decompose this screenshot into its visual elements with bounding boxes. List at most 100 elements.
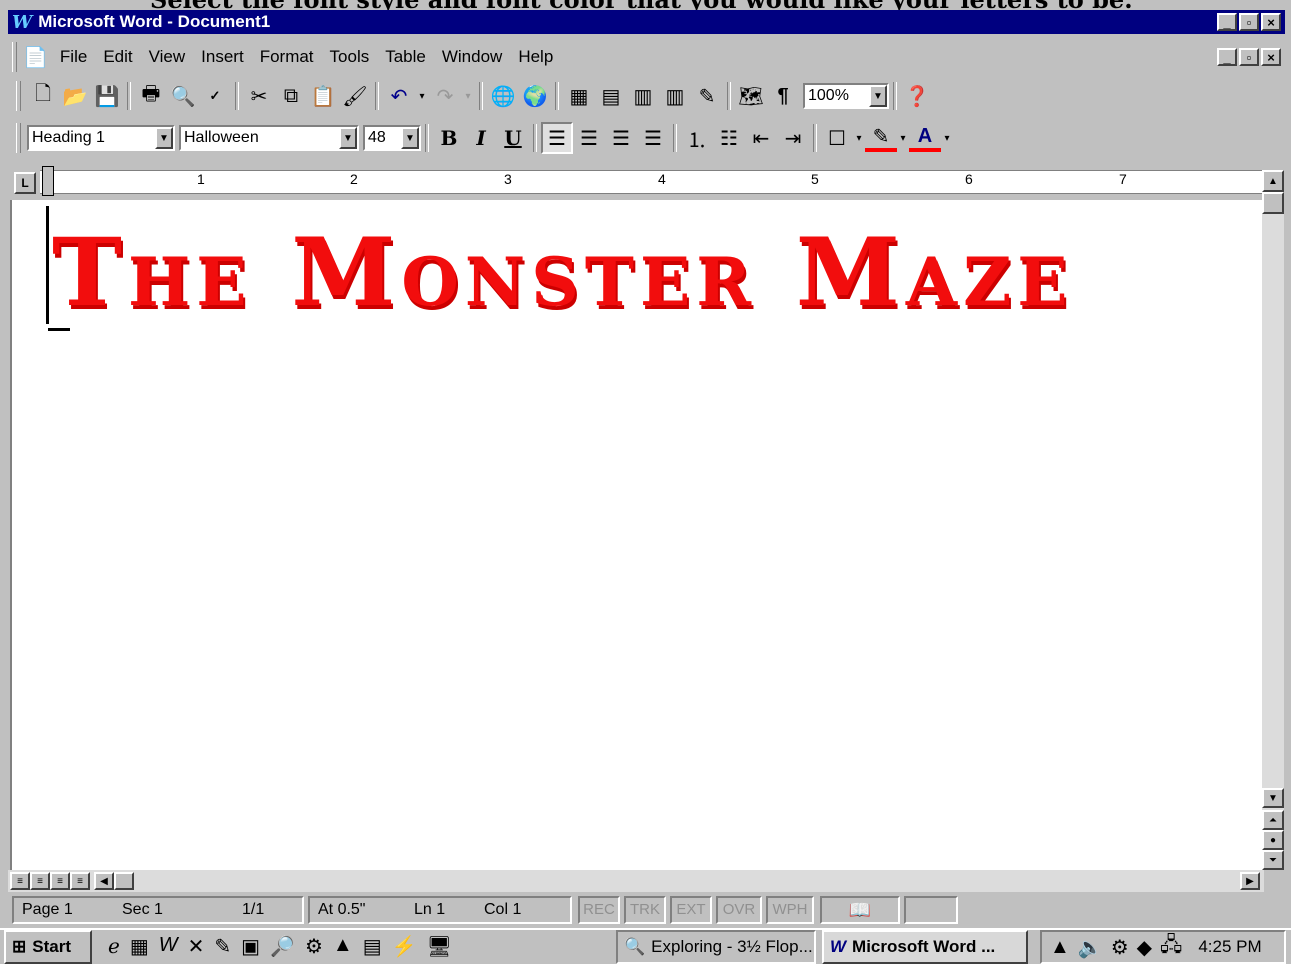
menu-help[interactable]: Help (510, 47, 561, 67)
close-button[interactable]: × (1261, 13, 1281, 31)
font-color-dropdown-icon[interactable]: ▾ (941, 122, 953, 154)
tray-arrow-icon[interactable]: ◆ (1137, 935, 1152, 960)
publisher-icon[interactable]: ▤ (363, 934, 382, 959)
border-dropdown-icon[interactable]: ▾ (853, 122, 865, 154)
menu-grip[interactable] (12, 42, 17, 72)
chevron-down-icon[interactable]: ▼ (339, 127, 357, 149)
document-icon[interactable]: 📄 (23, 45, 48, 70)
access-icon[interactable]: ✕ (188, 934, 205, 959)
word-icon[interactable]: W (159, 934, 178, 959)
menu-view[interactable]: View (141, 47, 194, 67)
show-hide-icon[interactable]: ¶ (767, 80, 799, 112)
columns-icon[interactable]: ▥ (659, 80, 691, 112)
font-size-select[interactable]: 48 ▼ (363, 125, 421, 151)
photo-icon[interactable]: ▲ (333, 934, 353, 959)
format-painter-icon[interactable]: 🖌 (339, 80, 371, 112)
computer-icon[interactable]: 🖥 (427, 934, 452, 959)
italic-button[interactable]: I (465, 122, 497, 154)
vertical-scrollbar[interactable]: ▲ ▼ ⏶ ● ⏷ (1262, 170, 1284, 870)
open-folder-icon[interactable]: 📂 (59, 80, 91, 112)
status-mode-trk[interactable]: TRK (624, 896, 666, 924)
status-mode-ext[interactable]: EXT (670, 896, 712, 924)
minimize-button[interactable]: _ (1217, 13, 1237, 31)
numbering-icon[interactable]: ⒈ (681, 122, 713, 154)
scroll-right-arrow-icon[interactable]: ▶ (1240, 872, 1260, 890)
menu-format[interactable]: Format (252, 47, 322, 67)
chevron-down-icon[interactable]: ▼ (401, 127, 419, 149)
align-right-button[interactable]: ☰ (605, 122, 637, 154)
undo-dropdown-icon[interactable]: ▾ (415, 80, 429, 112)
drawing-icon[interactable]: ✎ (691, 80, 723, 112)
scroll-down-arrow-icon[interactable]: ▼ (1262, 788, 1284, 808)
tables-borders-icon[interactable]: ▦ (563, 80, 595, 112)
insert-excel-icon[interactable]: ▥ (627, 80, 659, 112)
redo-icon[interactable]: ↷ (429, 80, 461, 112)
highlight-dropdown-icon[interactable]: ▾ (897, 122, 909, 154)
highlight-icon[interactable]: ✎ (865, 124, 897, 152)
chevron-down-icon[interactable]: ▼ (155, 127, 173, 149)
previous-page-icon[interactable]: ⏶ (1262, 810, 1284, 830)
style-select[interactable]: Heading 1 ▼ (27, 125, 175, 151)
toolbar-grip[interactable] (16, 81, 21, 111)
menu-insert[interactable]: Insert (193, 47, 252, 67)
border-icon[interactable]: ☐ (821, 122, 853, 154)
office-assistant-icon[interactable]: ❓ (901, 80, 933, 112)
paste-icon[interactable]: 📋 (307, 80, 339, 112)
document-page[interactable]: The Monster Maze (10, 200, 1264, 870)
document-heading[interactable]: The Monster Maze (52, 218, 1074, 328)
organizer-icon[interactable]: ▣ (241, 934, 260, 959)
menu-tools[interactable]: Tools (322, 47, 378, 67)
next-page-icon[interactable]: ⏷ (1262, 850, 1284, 870)
settings-icon[interactable]: ⚙ (305, 934, 323, 959)
chevron-down-icon[interactable]: ▼ (869, 85, 887, 107)
undo-icon[interactable]: ↶ (383, 80, 415, 112)
status-mode-rec[interactable]: REC (578, 896, 620, 924)
speaker-icon[interactable]: 🔈 (1078, 935, 1103, 960)
menu-table[interactable]: Table (377, 47, 434, 67)
utility-icon[interactable]: ⚡ (392, 934, 417, 959)
horizontal-ruler[interactable]: 1 2 3 4 5 6 7 (40, 170, 1262, 194)
bullets-icon[interactable]: ☷ (713, 122, 745, 154)
scroll-thumb[interactable] (1262, 192, 1284, 214)
horizontal-scrollbar[interactable]: ≡ ≡ ≡ ≡ ◀ ▶ (8, 870, 1264, 892)
print-preview-icon[interactable]: 🔍 (167, 80, 199, 112)
spelling-icon[interactable]: ✓ (199, 80, 231, 112)
underline-button[interactable]: U (497, 122, 529, 154)
maximize-button[interactable]: ▫ (1239, 13, 1259, 31)
tab-selector[interactable]: L (14, 172, 36, 194)
find-icon[interactable]: 🔎 (270, 934, 295, 959)
web-layout-view-icon[interactable]: ≡ (30, 872, 50, 890)
redo-dropdown-icon[interactable]: ▾ (461, 80, 475, 112)
document-map-icon[interactable]: 🗺 (735, 80, 767, 112)
font-color-icon[interactable]: A (909, 124, 941, 152)
scroll-up-arrow-icon[interactable]: ▲ (1262, 170, 1284, 192)
font-select[interactable]: Halloween ▼ (179, 125, 359, 151)
internet-explorer-icon[interactable]: ℯ (108, 934, 120, 959)
decrease-indent-icon[interactable]: ⇤ (745, 122, 777, 154)
hscroll-thumb[interactable] (114, 872, 134, 890)
new-document-icon[interactable]: 🗋 (27, 80, 59, 112)
menu-window[interactable]: Window (434, 47, 510, 67)
save-icon[interactable]: 💾 (91, 80, 123, 112)
menu-edit[interactable]: Edit (95, 47, 140, 67)
tray-settings-icon[interactable]: ⚙ (1111, 935, 1129, 960)
doc-close-button[interactable]: × (1261, 48, 1281, 66)
print-layout-view-icon[interactable]: ≡ (50, 872, 70, 890)
tray-network-icon[interactable]: 🖧 (1160, 930, 1182, 964)
spelling-status-icon[interactable]: 📖 (820, 896, 900, 924)
status-mode-ovr[interactable]: OVR (716, 896, 762, 924)
cut-icon[interactable]: ✂ (243, 80, 275, 112)
task-microsoft-word[interactable]: W Microsoft Word ... (822, 930, 1028, 964)
toolbar-grip[interactable] (16, 123, 21, 153)
outline-view-icon[interactable]: ≡ (70, 872, 90, 890)
increase-indent-icon[interactable]: ⇥ (777, 122, 809, 154)
indent-marker[interactable] (42, 166, 54, 196)
print-icon[interactable]: 🖶 (135, 80, 167, 112)
scroll-left-arrow-icon[interactable]: ◀ (94, 872, 114, 890)
paint-icon[interactable]: ✎ (214, 934, 231, 959)
menu-file[interactable]: File (52, 47, 95, 67)
select-browse-object-icon[interactable]: ● (1262, 830, 1284, 850)
tray-photo-icon[interactable]: ▲ (1050, 936, 1070, 959)
justify-button[interactable]: ☰ (637, 122, 669, 154)
start-button[interactable]: ⊞ Start (4, 930, 92, 964)
